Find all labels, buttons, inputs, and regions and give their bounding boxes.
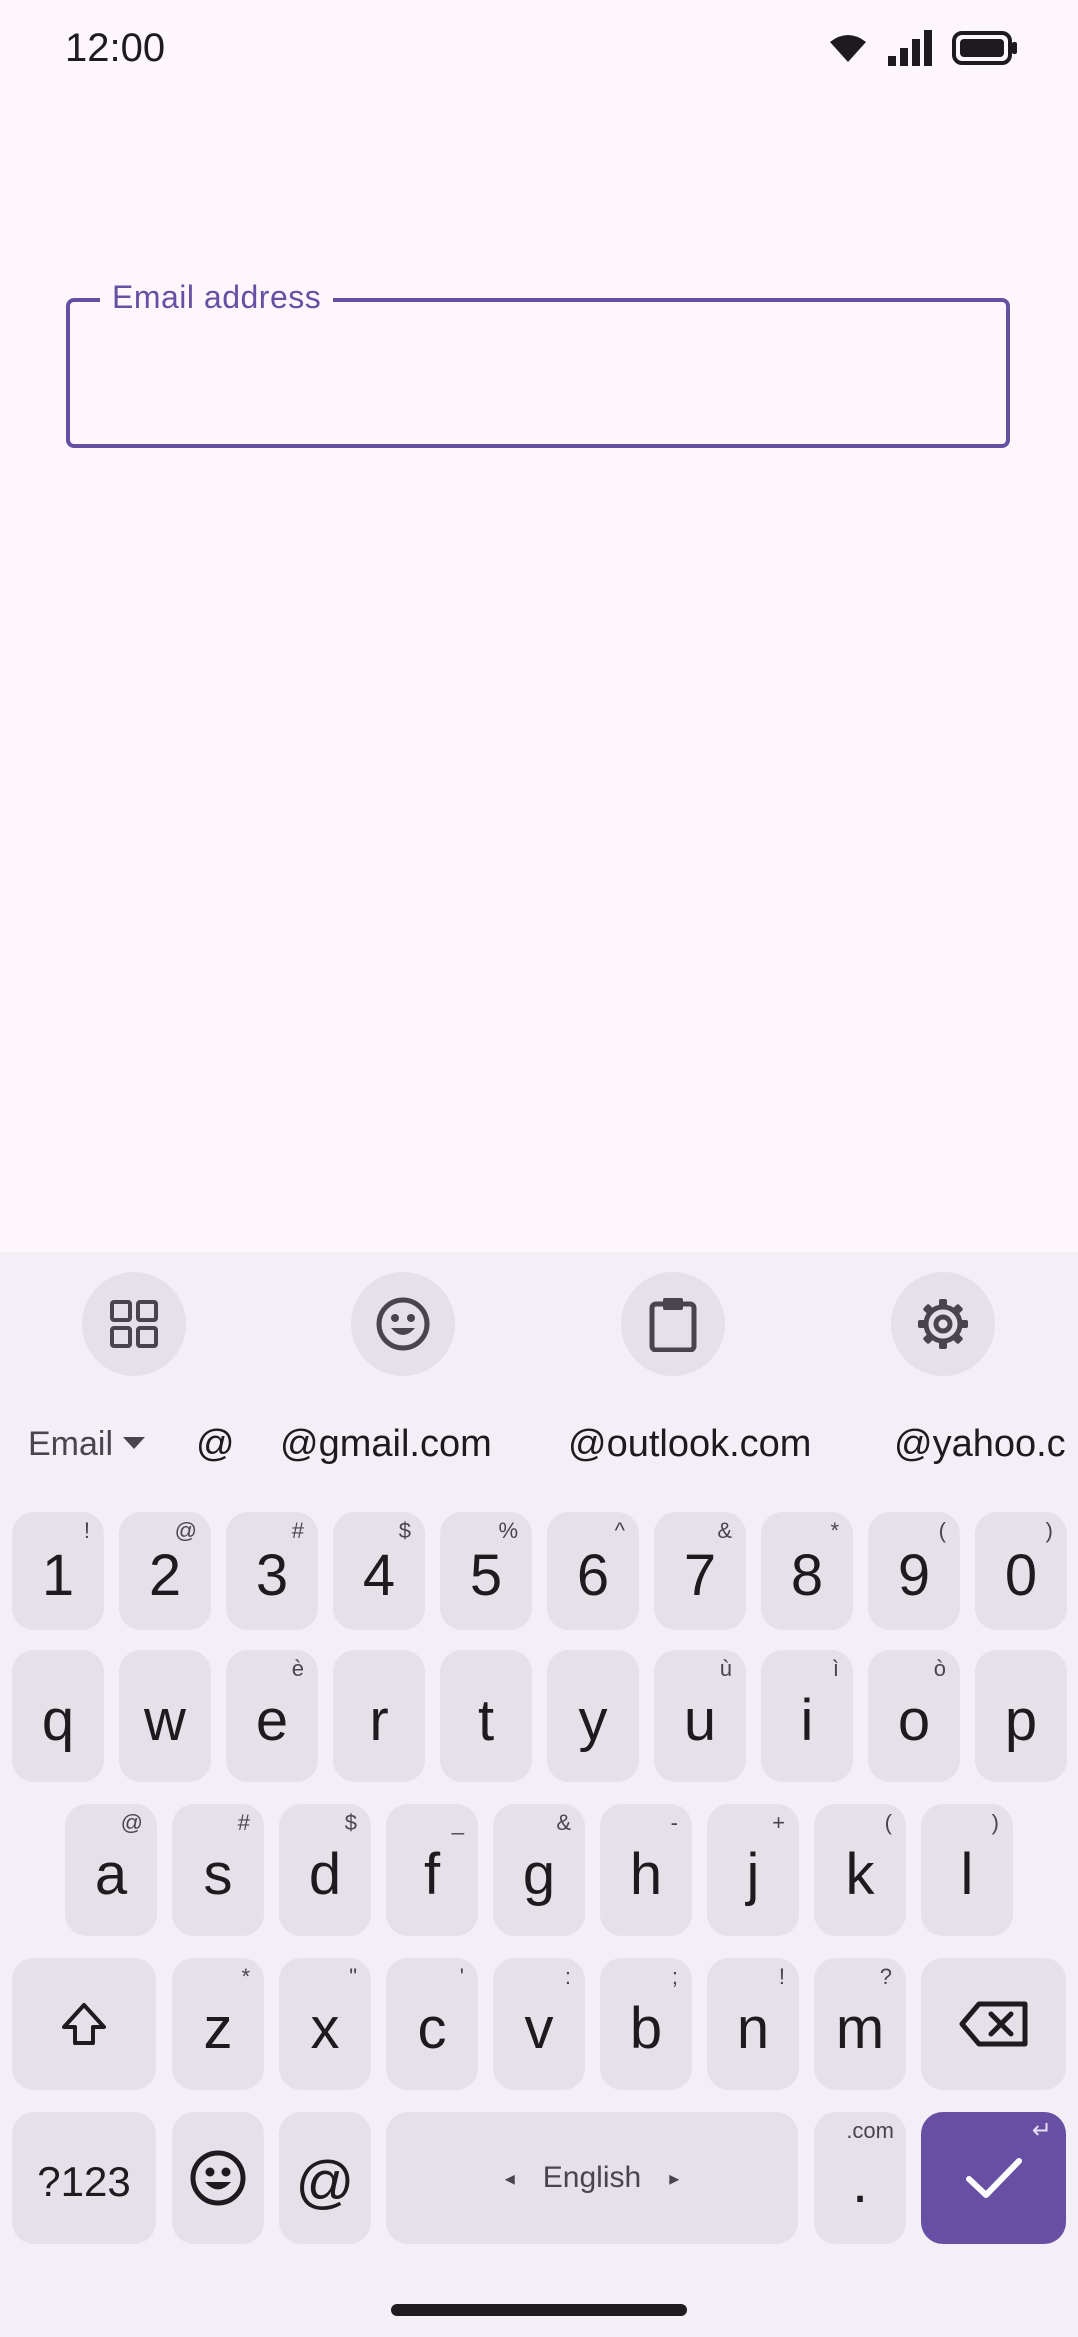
checkmark-icon [965,2158,1022,2198]
symbols-key[interactable]: ?123 [12,2112,156,2244]
key-w[interactable]: w [119,1650,211,1782]
key-d[interactable]: d $ [279,1804,371,1936]
key-m[interactable]: m? [814,1958,906,2090]
key-2[interactable]: 2 @ [119,1512,211,1630]
key-i[interactable]: iì [761,1650,853,1782]
key-8[interactable]: 8 * [761,1512,853,1630]
suggestion-strip: Email @ @gmail.com @outlook.com @yahoo.c [0,1412,1078,1476]
key-o[interactable]: oò [868,1650,960,1782]
signal-icon [888,30,932,66]
suggestion-at[interactable]: @ [196,1412,235,1476]
keyboard-mode-label: Email [28,1425,114,1463]
shift-key[interactable] [12,1958,156,2090]
key-j[interactable]: j + [707,1804,799,1936]
status-icons [828,26,1018,70]
key-q[interactable]: q [12,1650,104,1782]
backspace-icon [959,2001,1027,2047]
key-7[interactable]: 7 & [654,1512,746,1630]
key-p[interactable]: p [975,1650,1067,1782]
gear-icon [918,1299,968,1349]
key-b[interactable]: b; [600,1958,692,2090]
period-key[interactable]: . .com [814,2112,906,2244]
wifi-icon [830,35,866,62]
home-indicator[interactable] [391,2304,687,2316]
email-input[interactable] [110,330,994,422]
emoji-key[interactable] [172,2112,264,2244]
key-u[interactable]: uù [654,1650,746,1782]
key-k[interactable]: k( [814,1804,906,1936]
key-1[interactable]: 1! [12,1512,104,1630]
suggestion-yahoo[interactable]: @yahoo.c [894,1412,1066,1476]
key-9[interactable]: 9( [868,1512,960,1630]
status-bar: 12:00 [0,0,1078,96]
key-v[interactable]: v: [493,1958,585,2090]
space-language-label: English [542,2161,642,2194]
suggestion-outlook[interactable]: @outlook.com [568,1412,811,1476]
keyboard: Email @ @gmail.com @outlook.com @yahoo.c… [0,1252,1078,2337]
key-e[interactable]: eè [226,1650,318,1782]
key-c[interactable]: c ' [386,1958,478,2090]
email-field-label: Email address [100,274,334,320]
key-z[interactable]: z * [172,1958,264,2090]
key-h[interactable]: h- [600,1804,692,1936]
shift-icon [62,2003,106,2045]
key-0[interactable]: 0) [975,1512,1067,1630]
dropdown-arrow-icon [123,1437,146,1449]
keyboard-mode-selector[interactable]: Email [28,1412,146,1476]
clipboard-icon [649,1298,697,1352]
key-f[interactable]: f _ [386,1804,478,1936]
emoji-icon [376,1297,430,1351]
enter-hint-icon: ↵ [1031,2117,1052,2144]
apps-grid-button[interactable] [82,1272,186,1376]
key-r[interactable]: r [333,1650,425,1782]
key-s[interactable]: s # [172,1804,264,1936]
key-n[interactable]: n! [707,1958,799,2090]
key-4[interactable]: 4 $ [333,1512,425,1630]
key-t[interactable]: t [440,1650,532,1782]
emoji-icon [190,2150,246,2206]
status-time: 12:00 [65,26,166,70]
space-right-arrow-icon: ▸ [669,2167,680,2190]
key-3[interactable]: 3 # [226,1512,318,1630]
key-l[interactable]: l) [921,1804,1013,1936]
space-key[interactable]: ◂ English ▸ [386,2112,798,2244]
key-6[interactable]: 6 ^ [547,1512,639,1630]
key-5[interactable]: 5% [440,1512,532,1630]
done-key[interactable]: ↵ [921,2112,1066,2244]
battery-icon [952,31,1017,65]
settings-button[interactable] [891,1272,995,1376]
key-x[interactable]: x " [279,1958,371,2090]
key-g[interactable]: g & [493,1804,585,1936]
at-key[interactable]: @ [279,2112,371,2244]
apps-grid-icon [110,1300,158,1348]
backspace-key[interactable] [921,1958,1066,2090]
emoji-toolbar-button[interactable] [351,1272,455,1376]
key-y[interactable]: y [547,1650,639,1782]
suggestion-gmail[interactable]: @gmail.com [280,1412,492,1476]
space-left-arrow-icon: ◂ [504,2167,515,2190]
key-a[interactable]: a @ [65,1804,157,1936]
clipboard-button[interactable] [621,1272,725,1376]
